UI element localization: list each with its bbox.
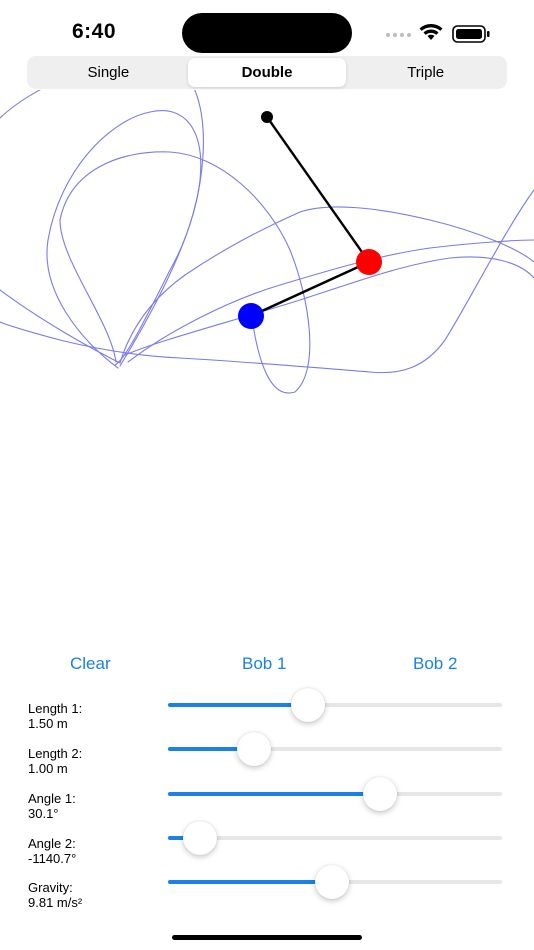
length-2-slider-thumb[interactable] xyxy=(237,732,271,766)
dynamic-island xyxy=(182,13,352,53)
gravity-value: 9.81 m/s² xyxy=(28,895,83,910)
bob-1-red xyxy=(356,249,382,275)
angle-2-slider-thumb[interactable] xyxy=(183,821,217,855)
wifi-icon xyxy=(419,24,443,40)
angle-2-slider[interactable] xyxy=(168,821,502,855)
angle-1-name: Angle 1: xyxy=(28,791,76,806)
length-2-slider-row: Length 2: 1.00 m xyxy=(0,732,534,786)
angle-1-label: Angle 1: 30.1° xyxy=(28,791,158,821)
angle-1-slider-thumb[interactable] xyxy=(363,777,397,811)
bob-2-blue xyxy=(238,303,264,329)
length-1-slider-fill xyxy=(168,703,305,707)
segment-triple[interactable]: Triple xyxy=(346,58,505,87)
gravity-label: Gravity: 9.81 m/s² xyxy=(28,880,158,910)
gravity-slider-thumb[interactable] xyxy=(315,865,349,899)
angle-1-slider[interactable] xyxy=(168,777,502,811)
status-icons xyxy=(386,24,490,43)
angle-2-label: Angle 2: -1140.7° xyxy=(28,836,158,866)
length-2-label: Length 2: 1.00 m xyxy=(28,746,158,776)
action-row: Clear Bob 1 Bob 2 xyxy=(0,654,534,678)
pendulum-type-segmented-control[interactable]: Single Double Triple xyxy=(27,56,507,89)
segment-double[interactable]: Double xyxy=(187,58,347,87)
length-1-slider-thumb[interactable] xyxy=(291,688,325,722)
status-time: 6:40 xyxy=(72,20,117,43)
length-1-value: 1.50 m xyxy=(28,716,68,731)
angle-2-value: -1140.7° xyxy=(28,851,77,866)
clear-button[interactable]: Clear xyxy=(70,654,111,674)
length-2-name: Length 2: xyxy=(28,746,83,761)
segment-single[interactable]: Single xyxy=(29,58,188,87)
gravity-slider[interactable] xyxy=(168,865,502,899)
length-2-slider[interactable] xyxy=(168,732,502,766)
home-indicator xyxy=(172,935,362,940)
gravity-name: Gravity: xyxy=(28,880,73,895)
angle-2-slider-row: Angle 2: -1140.7° xyxy=(0,821,534,876)
rod-1 xyxy=(266,116,370,263)
angle-1-value: 30.1° xyxy=(28,806,59,821)
length-1-slider-row: Length 1: 1.50 m xyxy=(0,688,534,741)
length-2-value: 1.00 m xyxy=(28,761,68,776)
battery-icon xyxy=(452,25,490,43)
trajectory-trail xyxy=(0,90,534,394)
gravity-slider-row: Gravity: 9.81 m/s² xyxy=(0,865,534,920)
bob-1-button[interactable]: Bob 1 xyxy=(242,654,286,674)
length-1-label: Length 1: 1.50 m xyxy=(28,701,158,731)
cellular-signal-icon xyxy=(386,33,411,37)
length-1-slider[interactable] xyxy=(168,688,502,722)
bob-2-button[interactable]: Bob 2 xyxy=(413,654,457,674)
angle-2-name: Angle 2: xyxy=(28,836,76,851)
angle-1-slider-fill xyxy=(168,792,386,796)
gravity-slider-fill xyxy=(168,880,332,884)
pendulum-canvas[interactable] xyxy=(0,90,534,630)
length-2-slider-fill xyxy=(168,747,245,751)
pivot-point xyxy=(261,111,273,123)
length-1-name: Length 1: xyxy=(28,701,83,716)
angle-1-slider-row: Angle 1: 30.1° xyxy=(0,777,534,831)
